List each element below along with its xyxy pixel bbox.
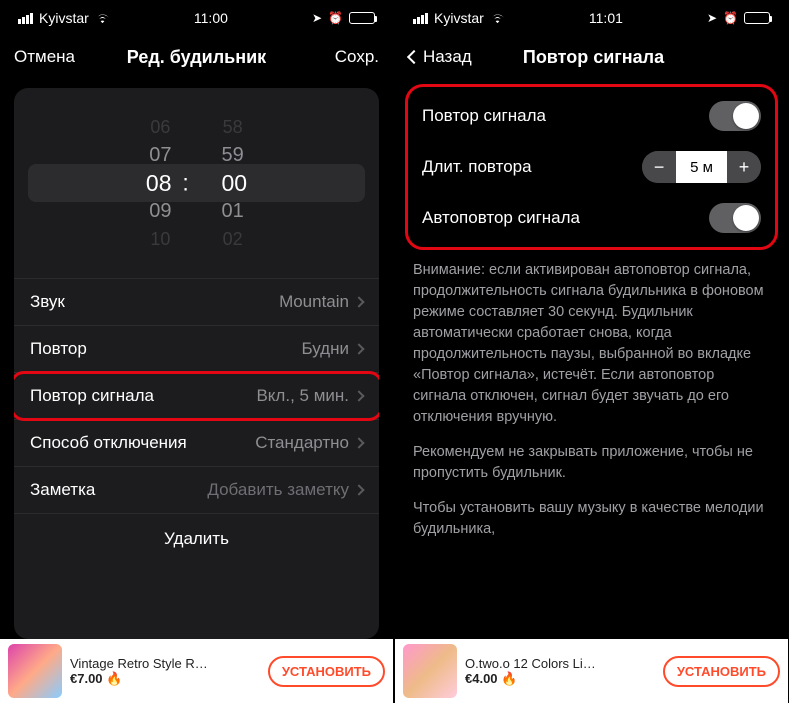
chevron-left-icon bbox=[407, 50, 421, 64]
save-button[interactable]: Сохр. bbox=[309, 47, 379, 67]
picker-colon: : bbox=[182, 170, 188, 197]
carrier-label: Kyivstar bbox=[434, 10, 484, 26]
row-snooze-duration: Длит. повтора − 5 м + bbox=[416, 141, 767, 193]
battery-icon bbox=[349, 12, 375, 24]
ad-price: €4.00 🔥 bbox=[465, 671, 655, 687]
status-bar: Kyivstar 11:01 ➤ ⏰ bbox=[395, 0, 788, 36]
picker-selected-row: 08 00 bbox=[28, 164, 365, 202]
snooze-toggle[interactable] bbox=[709, 101, 761, 131]
note-label: Заметка bbox=[30, 480, 95, 500]
cancel-button[interactable]: Отмена bbox=[14, 47, 84, 67]
nav-bar: Отмена Ред. будильник Сохр. bbox=[0, 36, 393, 78]
chevron-right-icon bbox=[353, 343, 364, 354]
snooze-label: Повтор сигнала bbox=[422, 106, 546, 126]
carrier-label: Kyivstar bbox=[39, 10, 89, 26]
row-dismiss[interactable]: Способ отключения Стандартно bbox=[14, 419, 379, 466]
wifi-icon bbox=[95, 13, 110, 24]
duration-stepper: − 5 м + bbox=[642, 151, 761, 183]
auto-label: Автоповтор сигнала bbox=[422, 208, 580, 228]
row-snooze-toggle: Повтор сигнала bbox=[416, 91, 767, 141]
time-label: 11:01 bbox=[589, 10, 623, 26]
picker-minutes[interactable]: 58 59 00 01 02 bbox=[222, 117, 244, 250]
chevron-right-icon bbox=[353, 437, 364, 448]
ad-banner[interactable]: O.two.o 12 Colors Li… €4.00 🔥 УСТАНОВИТЬ bbox=[395, 639, 788, 703]
chevron-right-icon bbox=[353, 484, 364, 495]
back-button[interactable]: Назад bbox=[409, 47, 479, 67]
page-title: Повтор сигнала bbox=[479, 47, 704, 68]
delete-button[interactable]: Удалить bbox=[14, 513, 379, 564]
battery-icon bbox=[744, 12, 770, 24]
alarm-icon: ⏰ bbox=[723, 11, 738, 25]
snooze-panel: Повтор сигнала Длит. повтора − 5 м + Авт… bbox=[405, 84, 778, 250]
info-text: Внимание: если активирован автоповтор си… bbox=[395, 250, 788, 558]
alarm-icon: ⏰ bbox=[328, 11, 343, 25]
wifi-icon bbox=[490, 13, 505, 24]
stepper-plus-button[interactable]: + bbox=[727, 151, 761, 183]
time-picker[interactable]: 08 00 : 06 07 08 09 10 58 59 00 01 02 bbox=[14, 98, 379, 268]
row-repeat[interactable]: Повтор Будни bbox=[14, 325, 379, 372]
stepper-minus-button[interactable]: − bbox=[642, 151, 676, 183]
snooze-label: Повтор сигнала bbox=[30, 386, 154, 406]
ad-install-button[interactable]: УСТАНОВИТЬ bbox=[268, 656, 385, 687]
repeat-label: Повтор bbox=[30, 339, 87, 359]
signal-icon bbox=[413, 13, 428, 24]
row-auto-snooze: Автоповтор сигнала bbox=[416, 193, 767, 243]
ad-title: Vintage Retro Style R… bbox=[70, 656, 260, 671]
page-title: Ред. будильник bbox=[84, 47, 309, 68]
row-snooze[interactable]: Повтор сигнала Вкл., 5 мин. bbox=[14, 372, 379, 419]
nav-bar: Назад Повтор сигнала bbox=[395, 36, 788, 78]
chevron-right-icon bbox=[353, 390, 364, 401]
ad-price: €7.00 🔥 bbox=[70, 671, 260, 687]
ad-banner[interactable]: Vintage Retro Style R… €7.00 🔥 УСТАНОВИТ… bbox=[0, 639, 393, 703]
duration-label: Длит. повтора bbox=[422, 157, 532, 177]
duration-value: 5 м bbox=[676, 151, 727, 183]
row-sound[interactable]: Звук Mountain bbox=[14, 278, 379, 325]
screen-snooze-settings: Kyivstar 11:01 ➤ ⏰ Назад Повтор сигнала … bbox=[395, 0, 788, 703]
ad-install-button[interactable]: УСТАНОВИТЬ bbox=[663, 656, 780, 687]
ad-thumb bbox=[403, 644, 457, 698]
signal-icon bbox=[18, 13, 33, 24]
chevron-right-icon bbox=[353, 296, 364, 307]
dismiss-label: Способ отключения bbox=[30, 433, 187, 453]
status-bar: Kyivstar 11:00 ➤ ⏰ bbox=[0, 0, 393, 36]
location-icon: ➤ bbox=[312, 11, 322, 25]
auto-toggle[interactable] bbox=[709, 203, 761, 233]
row-note[interactable]: Заметка Добавить заметку bbox=[14, 466, 379, 513]
time-label: 11:00 bbox=[194, 10, 228, 26]
alarm-card: 08 00 : 06 07 08 09 10 58 59 00 01 02 Зв… bbox=[14, 88, 379, 639]
location-icon: ➤ bbox=[707, 11, 717, 25]
screen-edit-alarm: Kyivstar 11:00 ➤ ⏰ Отмена Ред. будильник… bbox=[0, 0, 393, 703]
picker-hours[interactable]: 06 07 08 09 10 bbox=[149, 117, 171, 250]
sound-label: Звук bbox=[30, 292, 65, 312]
ad-title: O.two.o 12 Colors Li… bbox=[465, 656, 655, 671]
ad-thumb bbox=[8, 644, 62, 698]
